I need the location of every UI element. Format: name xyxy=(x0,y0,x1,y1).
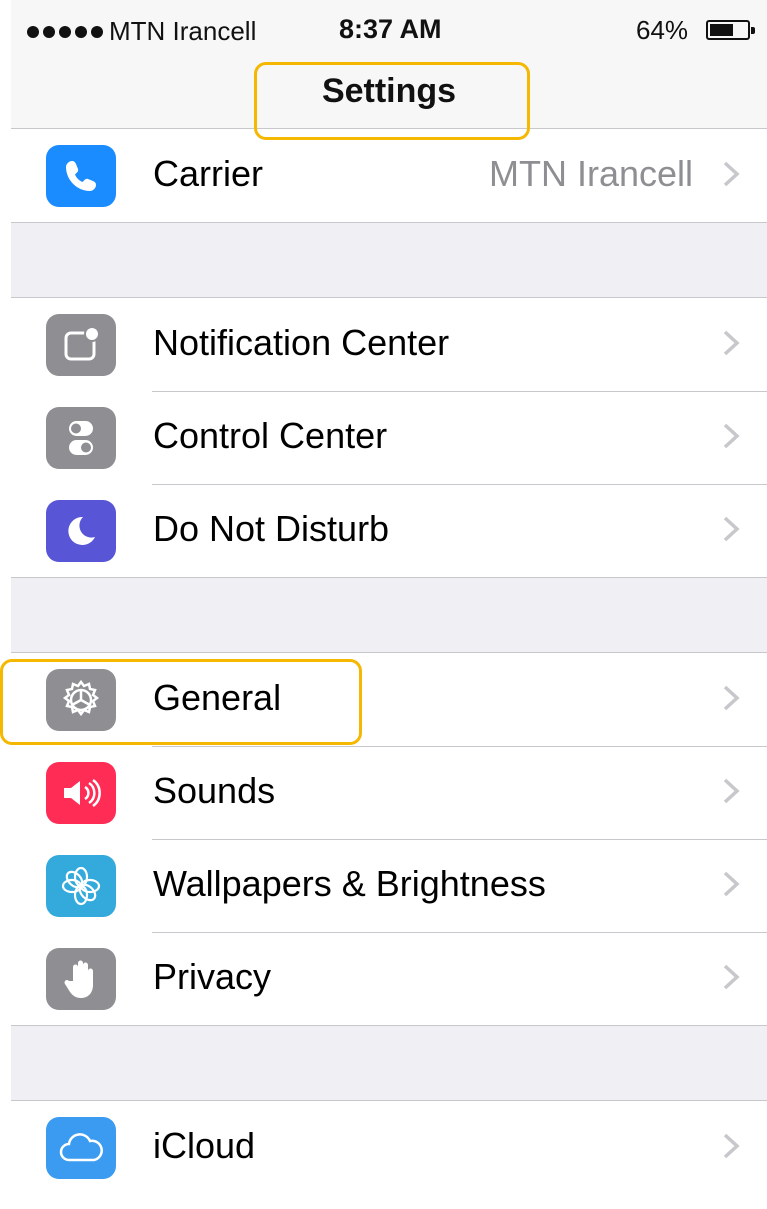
signal-strength-icon xyxy=(27,25,103,38)
chevron-right-icon xyxy=(723,964,740,990)
settings-row-label: Wallpapers & Brightness xyxy=(153,863,546,904)
chevron-right-icon xyxy=(723,1133,740,1159)
flower-icon xyxy=(46,855,116,917)
moon-icon xyxy=(46,500,116,562)
chevron-right-icon xyxy=(723,685,740,711)
phone-icon xyxy=(46,145,116,207)
chevron-right-icon xyxy=(723,516,740,542)
settings-row-wallpapers-brightness[interactable]: Wallpapers & Brightness xyxy=(11,839,767,932)
battery-icon xyxy=(706,20,755,40)
chevron-right-icon xyxy=(723,871,740,897)
notification-icon xyxy=(46,314,116,376)
settings-row-label: Privacy xyxy=(153,956,272,997)
settings-screen: MTN Irancell 8:37 AM 64% Settings Carrie… xyxy=(11,0,767,1209)
settings-title-highlight xyxy=(254,62,530,140)
settings-row-notification-center[interactable]: Notification Center xyxy=(11,298,767,391)
settings-row-label: iCloud xyxy=(153,1125,256,1166)
battery-percent: 64% xyxy=(636,15,689,45)
settings-group-carrier: Carrier MTN Irancell xyxy=(11,128,767,223)
settings-row-privacy[interactable]: Privacy xyxy=(11,932,767,1025)
carrier-name: MTN Irancell xyxy=(109,16,257,46)
toggles-icon xyxy=(46,407,116,469)
left-margin xyxy=(0,0,11,1209)
clock: 8:37 AM xyxy=(339,14,442,44)
settings-row-carrier[interactable]: Carrier MTN Irancell xyxy=(11,129,767,222)
settings-row-label: Carrier xyxy=(153,153,264,194)
settings-row-label: Control Center xyxy=(153,415,388,456)
hand-icon xyxy=(46,948,116,1010)
settings-row-label: Do Not Disturb xyxy=(153,508,390,549)
chevron-right-icon xyxy=(723,423,740,449)
status-bar: MTN Irancell 8:37 AM 64% xyxy=(11,0,767,62)
settings-group-icloud: iCloud xyxy=(11,1100,767,1209)
speaker-icon xyxy=(46,762,116,824)
chevron-right-icon xyxy=(723,778,740,804)
general-row-highlight xyxy=(0,659,362,745)
settings-row-do-not-disturb[interactable]: Do Not Disturb xyxy=(11,484,767,577)
settings-row-icloud[interactable]: iCloud xyxy=(11,1101,767,1194)
chevron-right-icon xyxy=(723,161,740,187)
settings-row-control-center[interactable]: Control Center xyxy=(11,391,767,484)
chevron-right-icon xyxy=(723,330,740,356)
cloud-icon xyxy=(46,1117,116,1179)
settings-row-label: Sounds xyxy=(153,770,276,811)
settings-row-sounds[interactable]: Sounds xyxy=(11,746,767,839)
carrier-status: MTN Irancell xyxy=(27,16,256,47)
carrier-detail-value: MTN Irancell xyxy=(488,153,693,194)
settings-group-notifications: Notification Center Control Center Do No… xyxy=(11,297,767,578)
settings-row-label: Notification Center xyxy=(153,322,450,363)
